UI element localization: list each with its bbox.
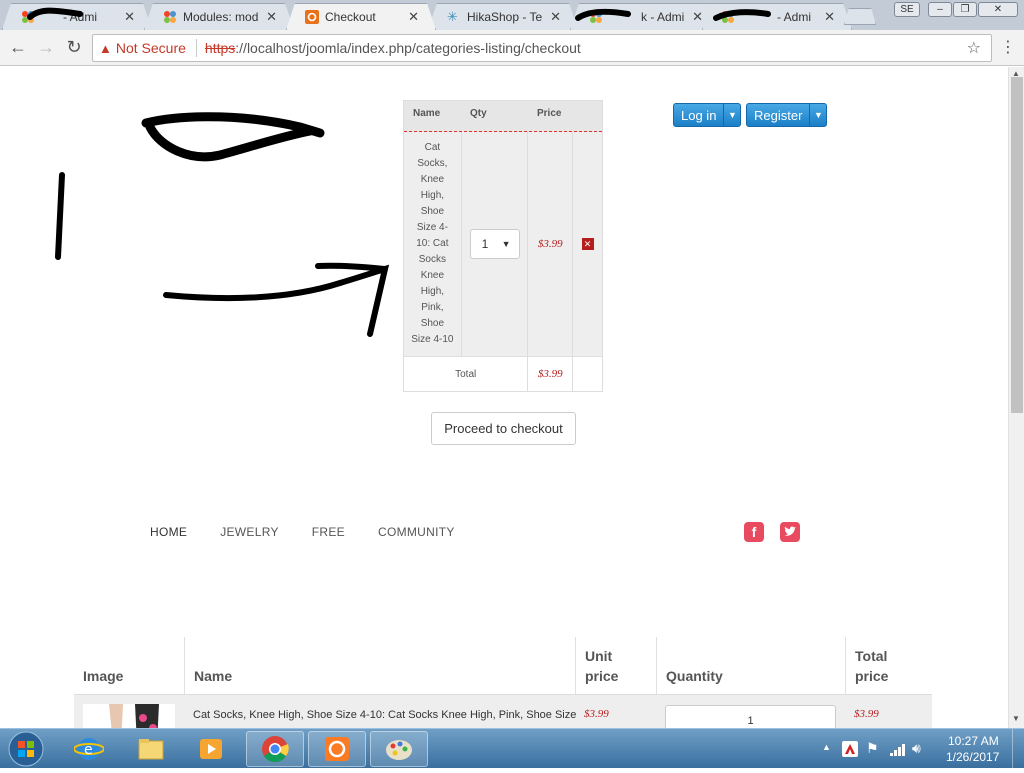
col-price: Price (537, 108, 562, 119)
paint-icon (386, 740, 412, 760)
minimize-icon[interactable]: – (928, 2, 952, 17)
show-hidden-icons[interactable]: ▲ (822, 742, 831, 752)
col-total-price: Total price (855, 648, 889, 684)
quantity-select[interactable]: 1 ▼ (469, 229, 520, 259)
col-qty: Qty (470, 108, 487, 119)
col-image: Image (74, 637, 185, 694)
delete-item-icon[interactable]: ✕ (581, 238, 594, 250)
taskbar: e ▲ ⚑ 🔊︎ 10:27 AM 1/26/2017 (0, 728, 1024, 769)
start-button[interactable] (6, 730, 46, 768)
facebook-icon[interactable]: f (744, 522, 764, 542)
clock-date[interactable]: 1/26/2017 (946, 750, 999, 764)
col-name: Name (413, 108, 441, 119)
warning-icon: ▲ (99, 40, 112, 56)
unit-price: $3.99 (584, 708, 609, 720)
col-quantity: Quantity (657, 637, 846, 694)
xampp-taskbar-button[interactable] (308, 731, 366, 767)
mini-cart-header: Name Qty Price (404, 101, 602, 132)
col-unit-price: Unit price (576, 637, 657, 694)
product-thumbnail[interactable] (83, 704, 175, 728)
back-icon[interactable]: ← (8, 37, 28, 58)
volume-icon[interactable]: 🔊︎ (912, 740, 921, 757)
menu-item-free[interactable]: FREE (312, 525, 345, 539)
antivirus-icon[interactable] (842, 741, 858, 757)
media-player-icon[interactable] (196, 735, 226, 763)
quantity-input[interactable]: 1 (665, 705, 836, 728)
chevron-down-icon[interactable]: ▼ (809, 104, 826, 126)
mini-cart-total-row: Total $3.99 (404, 357, 602, 391)
clock-time[interactable]: 10:27 AM (948, 734, 999, 748)
menu-icon[interactable]: ⋮ (998, 37, 1018, 57)
forward-icon[interactable]: → (36, 37, 56, 58)
col-name: Name (185, 637, 576, 694)
window-close-icon[interactable]: ✕ (978, 2, 1018, 17)
total-price: $3.99 (854, 708, 879, 720)
network-icon[interactable] (890, 743, 906, 761)
delete-cell: ✕ (573, 132, 602, 356)
chrome-icon (262, 736, 289, 763)
scrollbar-thumb[interactable] (1011, 77, 1023, 413)
mini-cart: Name Qty Price Cat Socks, Knee High, Sho… (403, 100, 603, 392)
hikashop-icon (305, 10, 319, 24)
login-label: Log in (681, 107, 717, 123)
table-row: Cat Socks, Knee High, Shoe Size 4-10: Ca… (74, 694, 932, 728)
close-icon[interactable]: ✕ (408, 9, 419, 25)
quantity-value: 1 (481, 237, 489, 251)
login-button[interactable]: Log in ▼ (673, 103, 742, 127)
browser-toolbar: ← → ↻ ▲ Not Secure https ://localhost/jo… (0, 30, 1024, 66)
chevron-down-icon[interactable]: ▼ (723, 104, 740, 126)
item-name[interactable]: Cat Socks, Knee High, Shoe Size 4-10: Ca… (404, 132, 462, 356)
page-content: Name Qty Price Cat Socks, Knee High, Sho… (0, 67, 1008, 728)
register-label: Register (754, 107, 803, 123)
file-explorer-icon[interactable] (136, 735, 166, 763)
internet-explorer-icon[interactable]: e (73, 735, 105, 763)
menu-item-community[interactable]: COMMUNITY (378, 525, 455, 539)
redaction-scribbles-tabs (27, 7, 771, 21)
product-name[interactable]: Cat Socks, Knee High, Shoe Size 4-10: Ca… (193, 709, 576, 721)
tab-checkout[interactable]: Checkout ✕ (286, 3, 436, 30)
svg-text:e: e (84, 742, 93, 758)
qty-cell: 1 ▼ (462, 132, 529, 356)
menu-item-jewelry[interactable]: JEWELRY (220, 525, 279, 539)
url-scheme: https (204, 40, 236, 56)
paint-taskbar-button[interactable] (370, 731, 428, 767)
url-text: ://localhost/joomla/index.php/categories… (235, 40, 581, 56)
show-desktop-button[interactable] (1012, 729, 1024, 769)
maximize-icon[interactable]: ❐ (953, 2, 977, 17)
menu-item-home[interactable]: HOME (150, 525, 187, 539)
vertical-scrollbar[interactable]: ▲ ▼ (1008, 67, 1024, 728)
star-icon[interactable]: ☆ (967, 38, 981, 58)
mini-cart-item-row: Cat Socks, Knee High, Shoe Size 4-10: Ca… (404, 132, 602, 357)
item-price: $3.99 (528, 132, 574, 356)
profile-badge[interactable]: SE (894, 2, 920, 17)
address-bar[interactable]: ▲ Not Secure https ://localhost/joomla/i… (92, 34, 992, 62)
total-value: $3.99 (528, 357, 574, 391)
register-button[interactable]: Register ▼ (746, 103, 828, 127)
flag-icon[interactable]: ⚑ (866, 740, 879, 757)
empty-cell (573, 357, 602, 391)
security-label: Not Secure (115, 40, 186, 56)
total-label: Total (404, 357, 529, 391)
chrome-taskbar-button[interactable] (246, 731, 304, 767)
main-menu: HOME JEWELRY FREE COMMUNITY (150, 525, 488, 539)
proceed-to-checkout-button[interactable]: Proceed to checkout (431, 412, 576, 445)
xampp-icon (325, 737, 349, 761)
divider (195, 39, 197, 57)
tab-title: Checkout (325, 10, 376, 24)
annotation-scribbles (55, 112, 390, 337)
chevron-down-icon: ▼ (501, 239, 511, 249)
browser-tab-strip: - Admi ✕ Modules: mod ✕ Checkout ✕ ✳ Hik… (0, 0, 1024, 30)
scroll-down-icon[interactable]: ▼ (1012, 714, 1020, 723)
reload-icon[interactable]: ↻ (64, 37, 84, 58)
twitter-icon[interactable] (780, 522, 800, 542)
